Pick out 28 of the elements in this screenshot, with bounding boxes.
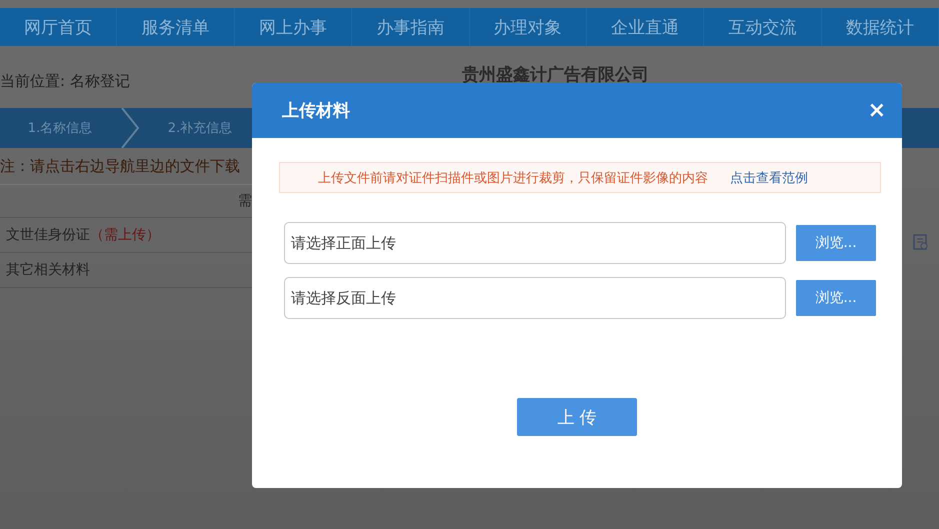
close-button[interactable]: × bbox=[868, 100, 886, 122]
nav-link[interactable]: 数据统计 bbox=[822, 8, 939, 46]
browse-button[interactable]: 浏览... bbox=[796, 225, 876, 261]
example-link[interactable]: 点击查看范例 bbox=[730, 168, 808, 186]
nav-link[interactable]: 网厅首页 bbox=[0, 8, 118, 46]
breadcrumb: 当前位置: 名称登记 bbox=[0, 70, 131, 90]
step-label: 1.名称信息 bbox=[26, 120, 94, 138]
chevron-icon bbox=[120, 108, 140, 148]
document-icon[interactable] bbox=[913, 234, 929, 251]
nav-link[interactable]: 企业直通 bbox=[586, 8, 704, 46]
nav-link[interactable]: 办理对象 bbox=[470, 8, 587, 46]
file-path-field[interactable]: 请选择正面上传 bbox=[284, 222, 786, 264]
material-name: 文世佳身份证 bbox=[6, 226, 90, 244]
step-label: 2.补充信息 bbox=[166, 120, 234, 138]
file-path-field[interactable]: 请选择反面上传 bbox=[284, 277, 786, 319]
upload-button[interactable]: 上 传 bbox=[517, 398, 637, 436]
nav-link[interactable]: 服务清单 bbox=[117, 8, 235, 46]
download-note: 注：请点击右边导航里边的文件下载 bbox=[0, 156, 241, 176]
notice-text: 上传文件前请对证件扫描件或图片进行裁剪，只保留证件影像的内容 bbox=[318, 170, 708, 186]
nav-link[interactable]: 互动交流 bbox=[704, 8, 822, 46]
browse-button[interactable]: 浏览... bbox=[796, 280, 876, 316]
company-title: 贵州盛鑫计广告有限公司 bbox=[462, 64, 649, 86]
material-name: 其它相关材料 bbox=[6, 261, 90, 279]
nav-link[interactable]: 网上办事 bbox=[234, 8, 352, 46]
upload-required-tag: （需上传） bbox=[90, 226, 160, 244]
nav-link[interactable]: 办事指南 bbox=[352, 8, 470, 46]
dialog-title: 上传材料 bbox=[282, 100, 350, 122]
table-header: 需 bbox=[238, 192, 252, 210]
